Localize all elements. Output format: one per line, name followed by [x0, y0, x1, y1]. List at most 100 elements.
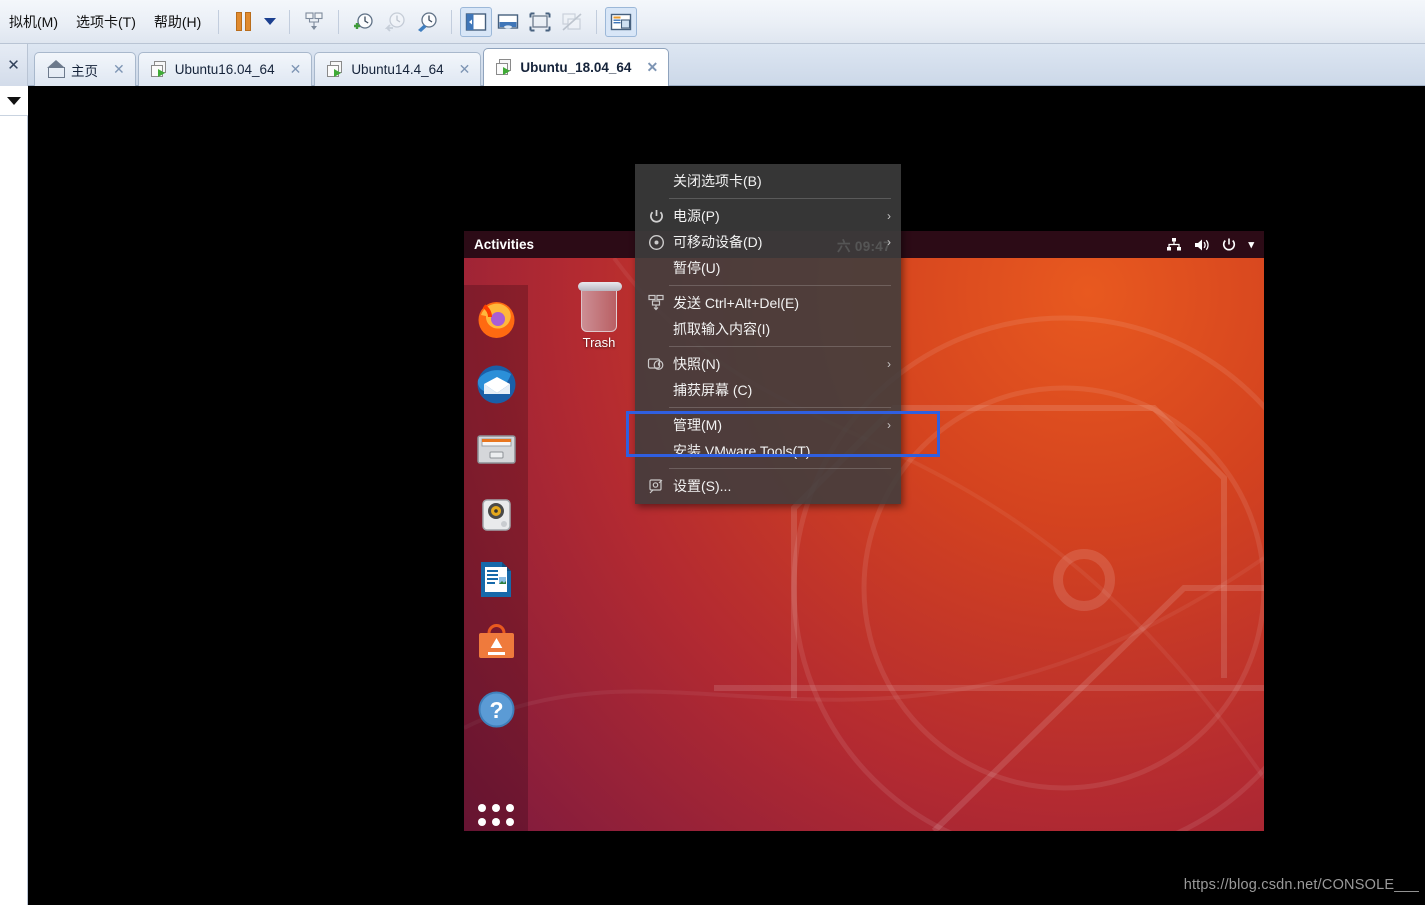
power-dropdown-button[interactable] — [259, 7, 281, 37]
submenu-arrow-icon: › — [887, 235, 891, 249]
tab-close-icon[interactable]: ✕ — [459, 61, 471, 78]
clock-wrench-icon — [418, 11, 437, 32]
dock-item-libreoffice-writer[interactable] — [474, 557, 519, 602]
menu-item-label: 发送 Ctrl+Alt+Del(E) — [673, 295, 800, 311]
power-icon — [643, 206, 669, 226]
clock-back-icon — [385, 11, 405, 32]
menu-item-removable-devices[interactable]: 可移动设备(D) › — [635, 229, 901, 255]
menu-item-label: 安装 VMware Tools(T)... — [673, 443, 823, 459]
blank-icon — [643, 441, 669, 461]
toolbar-separator — [596, 9, 598, 34]
gnome-status-area[interactable]: ▾ — [1166, 237, 1254, 253]
submenu-arrow-icon: › — [887, 209, 891, 223]
home-icon — [47, 60, 65, 78]
menu-item-snapshot[interactable]: 快照(N) › — [635, 351, 901, 377]
vm-context-menu[interactable]: 关闭选项卡(B) 电源(P) › 可移动设备(D) › 暂停(U) 发送 Ctr… — [635, 164, 901, 504]
menu-item-manage[interactable]: 管理(M) › — [635, 412, 901, 438]
snapshot-icon — [305, 11, 323, 30]
toolbar-separator — [338, 9, 340, 34]
menu-virtual-machine[interactable]: 拟机(M) — [0, 7, 67, 37]
menu-item-close-tab[interactable]: 关闭选项卡(B) — [635, 168, 901, 194]
pause-vm-button[interactable] — [227, 7, 259, 37]
fullscreen-button[interactable] — [524, 7, 556, 37]
menu-item-label: 可移动设备(D) — [673, 234, 763, 250]
unity-mode-button[interactable] — [556, 7, 588, 37]
vmware-workstation-window: 拟机(M) 选项卡(T) 帮助(H) ✕ 主页 ✕ Ubuntu16.04_64… — [0, 0, 1425, 905]
tab-close-icon[interactable]: ✕ — [113, 61, 125, 78]
dock-item-thunderbird[interactable] — [474, 362, 519, 407]
console-view-icon — [498, 13, 519, 29]
menu-item-power[interactable]: 电源(P) › — [635, 203, 901, 229]
show-applications-button[interactable] — [478, 804, 514, 831]
menu-bar-items: 拟机(M) 选项卡(T) 帮助(H) — [0, 7, 210, 37]
submenu-arrow-icon: › — [887, 357, 891, 371]
pause-icon — [235, 12, 251, 31]
menu-separator — [669, 285, 891, 286]
menu-item-grab-input[interactable]: 抓取输入内容(I) — [635, 316, 901, 342]
tab-ubuntu14[interactable]: Ubuntu14.4_64 ✕ — [314, 52, 482, 86]
tab-label: 主页 — [71, 63, 98, 79]
tab-close-icon[interactable]: ✕ — [290, 61, 302, 78]
menu-tabs[interactable]: 选项卡(T) — [67, 7, 145, 37]
menu-item-label: 设置(S)... — [673, 478, 732, 494]
blank-icon — [643, 319, 669, 339]
menu-separator — [669, 346, 891, 347]
dock-item-files[interactable] — [474, 427, 519, 472]
tab-ubuntu16[interactable]: Ubuntu16.04_64 ✕ — [137, 52, 313, 86]
trash-label: Trash — [582, 335, 616, 350]
svg-text:?: ? — [489, 697, 503, 723]
fullscreen-icon — [529, 12, 551, 31]
show-thumbnail-bar-button[interactable] — [605, 6, 638, 37]
toolbar-separator — [218, 9, 220, 34]
submenu-arrow-icon: › — [887, 418, 891, 432]
snapshot-manager-button[interactable] — [411, 7, 443, 37]
take-snapshot-button[interactable] — [347, 7, 379, 37]
trash-icon — [578, 282, 622, 332]
tab-label: Ubuntu14.4_64 — [351, 62, 444, 77]
tab-ubuntu18[interactable]: Ubuntu_18.04_64 ✕ — [483, 48, 670, 86]
tab-close-icon[interactable]: ✕ — [646, 59, 658, 76]
clock-plus-icon — [354, 12, 373, 29]
dock-item-rhythmbox[interactable] — [474, 492, 519, 537]
chevron-down-icon — [7, 96, 21, 105]
chevron-down-icon — [264, 18, 277, 25]
disc-icon — [643, 232, 669, 252]
menu-bar: 拟机(M) 选项卡(T) 帮助(H) — [0, 0, 1425, 44]
blank-icon — [643, 380, 669, 400]
menu-separator — [669, 198, 891, 199]
volume-icon — [1195, 239, 1210, 250]
dock-item-help[interactable]: ? — [474, 687, 519, 732]
manage-snapshot-button[interactable] — [298, 7, 330, 37]
menu-item-settings[interactable]: 设置(S)... — [635, 473, 901, 499]
toolbar-separator — [289, 9, 291, 34]
menu-item-label: 管理(M) — [673, 417, 722, 433]
menu-item-send-ctrl-alt-del[interactable]: 发送 Ctrl+Alt+Del(E) — [635, 290, 901, 316]
dock-item-firefox[interactable] — [474, 297, 519, 342]
vm-icon — [327, 61, 344, 78]
revert-snapshot-button[interactable] — [379, 7, 411, 37]
console-view-button[interactable] — [492, 7, 524, 37]
network-icon — [1167, 237, 1182, 250]
menu-separator — [669, 407, 891, 408]
dock-item-ubuntu-software[interactable] — [474, 622, 519, 667]
menu-item-install-vmware-tools[interactable]: 安装 VMware Tools(T)... — [635, 438, 901, 464]
snapshot-camera-icon — [643, 354, 669, 374]
power-icon — [1223, 238, 1236, 250]
tab-home[interactable]: 主页 ✕ — [34, 52, 136, 86]
desktop-icon-trash[interactable]: Trash — [569, 282, 629, 350]
menu-item-capture-screen[interactable]: 捕获屏幕 (C) — [635, 377, 901, 403]
menu-help[interactable]: 帮助(H) — [145, 7, 210, 37]
keyboard-send-icon — [643, 293, 669, 313]
library-dropdown-button[interactable] — [0, 86, 28, 116]
vm-console-area[interactable]: Activities 六 09:47 — [29, 86, 1425, 905]
menu-item-label: 抓取输入内容(I) — [673, 321, 771, 337]
toolbar-separator — [451, 9, 453, 34]
thumbnail-bar-icon — [611, 13, 632, 30]
menu-item-label: 暂停(U) — [673, 260, 721, 276]
show-library-button[interactable] — [460, 6, 493, 37]
close-library-button[interactable]: ✕ — [0, 44, 28, 86]
settings-wrench-icon — [643, 476, 669, 496]
menu-item-suspend[interactable]: 暂停(U) — [635, 255, 901, 281]
tab-label: Ubuntu_18.04_64 — [520, 60, 632, 75]
watermark-text: https://blog.csdn.net/CONSOLE___ — [1183, 877, 1419, 893]
